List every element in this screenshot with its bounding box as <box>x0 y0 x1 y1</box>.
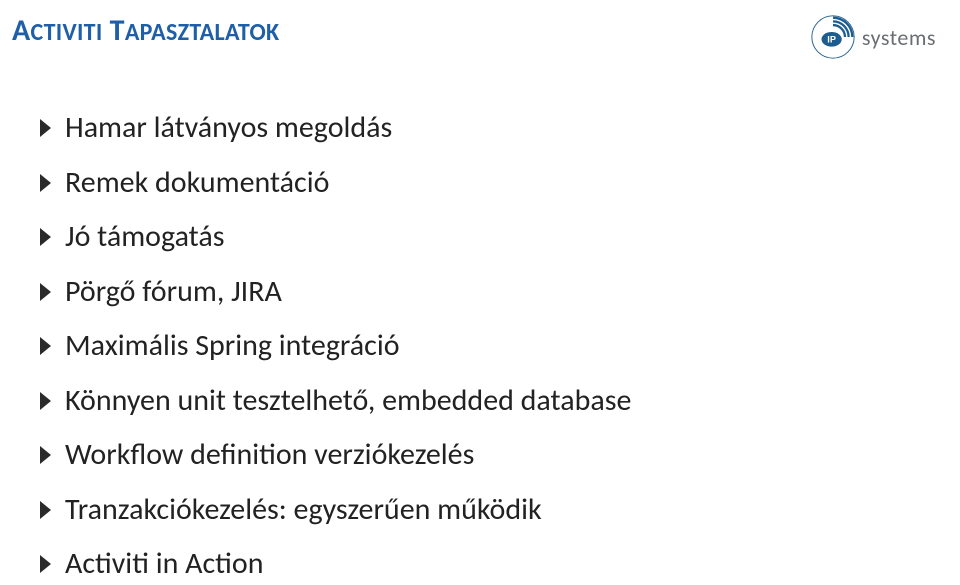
logo-arcs-icon: IP <box>810 14 856 60</box>
slide-title: ACTIVITI TAPASZTALATOK <box>12 12 279 49</box>
list-item: Activiti in Action <box>40 544 920 585</box>
logo-badge-text: IP <box>827 35 836 45</box>
list-item: Pörgő fórum, JIRA <box>40 272 920 313</box>
list-item: Workflow definition verziókezelés <box>40 435 920 476</box>
bullet-marker-icon <box>40 174 51 192</box>
bullet-marker-icon <box>40 228 51 246</box>
list-item: Tranzakciókezelés: egyszerűen működik <box>40 490 920 531</box>
title-cap-2: T <box>110 12 125 49</box>
title-cap-1: A <box>12 12 30 49</box>
list-item: Könnyen unit tesztelhető, embedded datab… <box>40 381 920 422</box>
bullet-text: Könnyen unit tesztelhető, embedded datab… <box>65 381 631 422</box>
bullet-text: Jó támogatás <box>65 217 224 258</box>
slide-content: Hamar látványos megoldás Remek dokumentá… <box>0 60 960 585</box>
bullet-marker-icon <box>40 392 51 410</box>
list-item: Remek dokumentáció <box>40 163 920 204</box>
bullet-marker-icon <box>40 501 51 519</box>
bullet-text: Tranzakciókezelés: egyszerűen működik <box>65 490 542 531</box>
logo-brand-text: systems <box>862 24 936 51</box>
title-word-1: CTIVITI <box>30 18 102 47</box>
bullet-marker-icon <box>40 555 51 573</box>
list-item: Hamar látványos megoldás <box>40 108 920 149</box>
list-item: Jó támogatás <box>40 217 920 258</box>
bullet-text: Workflow definition verziókezelés <box>65 435 474 476</box>
title-word-2: APASZTALATOK <box>125 18 280 47</box>
bullet-marker-icon <box>40 446 51 464</box>
slide-header: ACTIVITI TAPASZTALATOK IP systems <box>0 0 960 60</box>
bullet-text: Maximális Spring integráció <box>65 326 400 367</box>
bullet-text: Hamar látványos megoldás <box>65 108 392 149</box>
bullet-text: Pörgő fórum, JIRA <box>65 272 282 313</box>
bullet-text: Remek dokumentáció <box>65 163 329 204</box>
company-logo: IP systems <box>810 14 936 60</box>
list-item: Maximális Spring integráció <box>40 326 920 367</box>
bullet-text: Activiti in Action <box>65 544 263 585</box>
bullet-marker-icon <box>40 337 51 355</box>
bullet-list: Hamar látványos megoldás Remek dokumentá… <box>40 108 920 585</box>
bullet-marker-icon <box>40 283 51 301</box>
bullet-marker-icon <box>40 119 51 137</box>
